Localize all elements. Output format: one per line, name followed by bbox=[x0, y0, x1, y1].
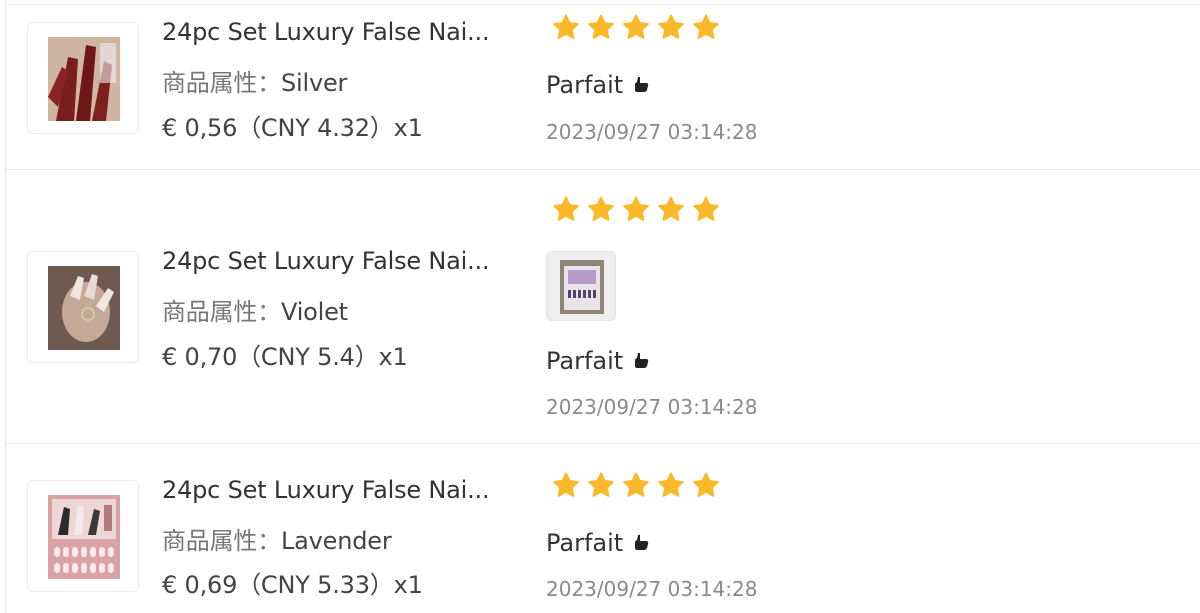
star-icon bbox=[658, 196, 684, 221]
star-icon bbox=[553, 14, 579, 39]
product-title[interactable]: 24pc Set Luxury False Nai... bbox=[162, 247, 490, 275]
attribute-label: 商品属性： bbox=[162, 69, 281, 97]
thumbs-up-icon bbox=[632, 71, 650, 99]
review-comment: Parfait bbox=[546, 347, 650, 375]
star-icon bbox=[623, 14, 649, 39]
product-title[interactable]: 24pc Set Luxury False Nai... bbox=[162, 476, 490, 504]
star-icon bbox=[623, 196, 649, 221]
top-border bbox=[5, 4, 1200, 5]
product-price: € 0,70（CNY 5.4）x1 bbox=[162, 343, 408, 371]
review-date: 2023/09/27 03:14:28 bbox=[546, 395, 758, 419]
attribute-label: 商品属性： bbox=[162, 527, 281, 555]
star-icon bbox=[658, 14, 684, 39]
review-photo[interactable] bbox=[546, 251, 616, 321]
attribute-value: Silver bbox=[281, 69, 348, 97]
star-icon bbox=[588, 196, 614, 221]
review-date: 2023/09/27 03:14:28 bbox=[546, 577, 758, 601]
review-comment: Parfait bbox=[546, 529, 650, 557]
thumbs-up-icon bbox=[632, 529, 650, 557]
comment-text: Parfait bbox=[546, 347, 624, 375]
attribute-value: Lavender bbox=[281, 527, 392, 555]
star-icon bbox=[553, 472, 579, 497]
attribute-label: 商品属性： bbox=[162, 298, 281, 326]
comment-text: Parfait bbox=[546, 71, 624, 99]
star-icon bbox=[553, 196, 579, 221]
product-price: € 0,69（CNY 5.33）x1 bbox=[162, 571, 423, 599]
attribute-value: Violet bbox=[281, 298, 348, 326]
review-date: 2023/09/27 03:14:28 bbox=[546, 120, 758, 144]
star-icon bbox=[623, 472, 649, 497]
star-icon bbox=[693, 14, 719, 39]
row-divider bbox=[6, 169, 1200, 170]
product-thumbnail[interactable] bbox=[27, 251, 139, 363]
star-icon bbox=[588, 14, 614, 39]
star-icon bbox=[693, 472, 719, 497]
star-icon bbox=[658, 472, 684, 497]
star-rating bbox=[552, 14, 720, 41]
product-thumbnail[interactable] bbox=[27, 22, 139, 134]
product-image bbox=[48, 266, 120, 350]
product-title[interactable]: 24pc Set Luxury False Nai... bbox=[162, 18, 490, 46]
product-price: € 0,56（CNY 4.32）x1 bbox=[162, 114, 423, 142]
product-attribute: 商品属性：Silver bbox=[162, 63, 347, 98]
product-thumbnail[interactable] bbox=[27, 480, 139, 592]
row-divider bbox=[6, 443, 1200, 444]
star-icon bbox=[693, 196, 719, 221]
product-image bbox=[48, 495, 120, 579]
product-image bbox=[48, 37, 120, 121]
star-rating bbox=[552, 196, 720, 223]
review-comment: Parfait bbox=[546, 71, 650, 99]
product-attribute: 商品属性：Violet bbox=[162, 292, 348, 327]
star-rating bbox=[552, 472, 720, 499]
thumbs-up-icon bbox=[632, 347, 650, 375]
review-photo-image bbox=[560, 260, 604, 314]
star-icon bbox=[588, 472, 614, 497]
comment-text: Parfait bbox=[546, 529, 624, 557]
product-attribute: 商品属性：Lavender bbox=[162, 521, 392, 556]
